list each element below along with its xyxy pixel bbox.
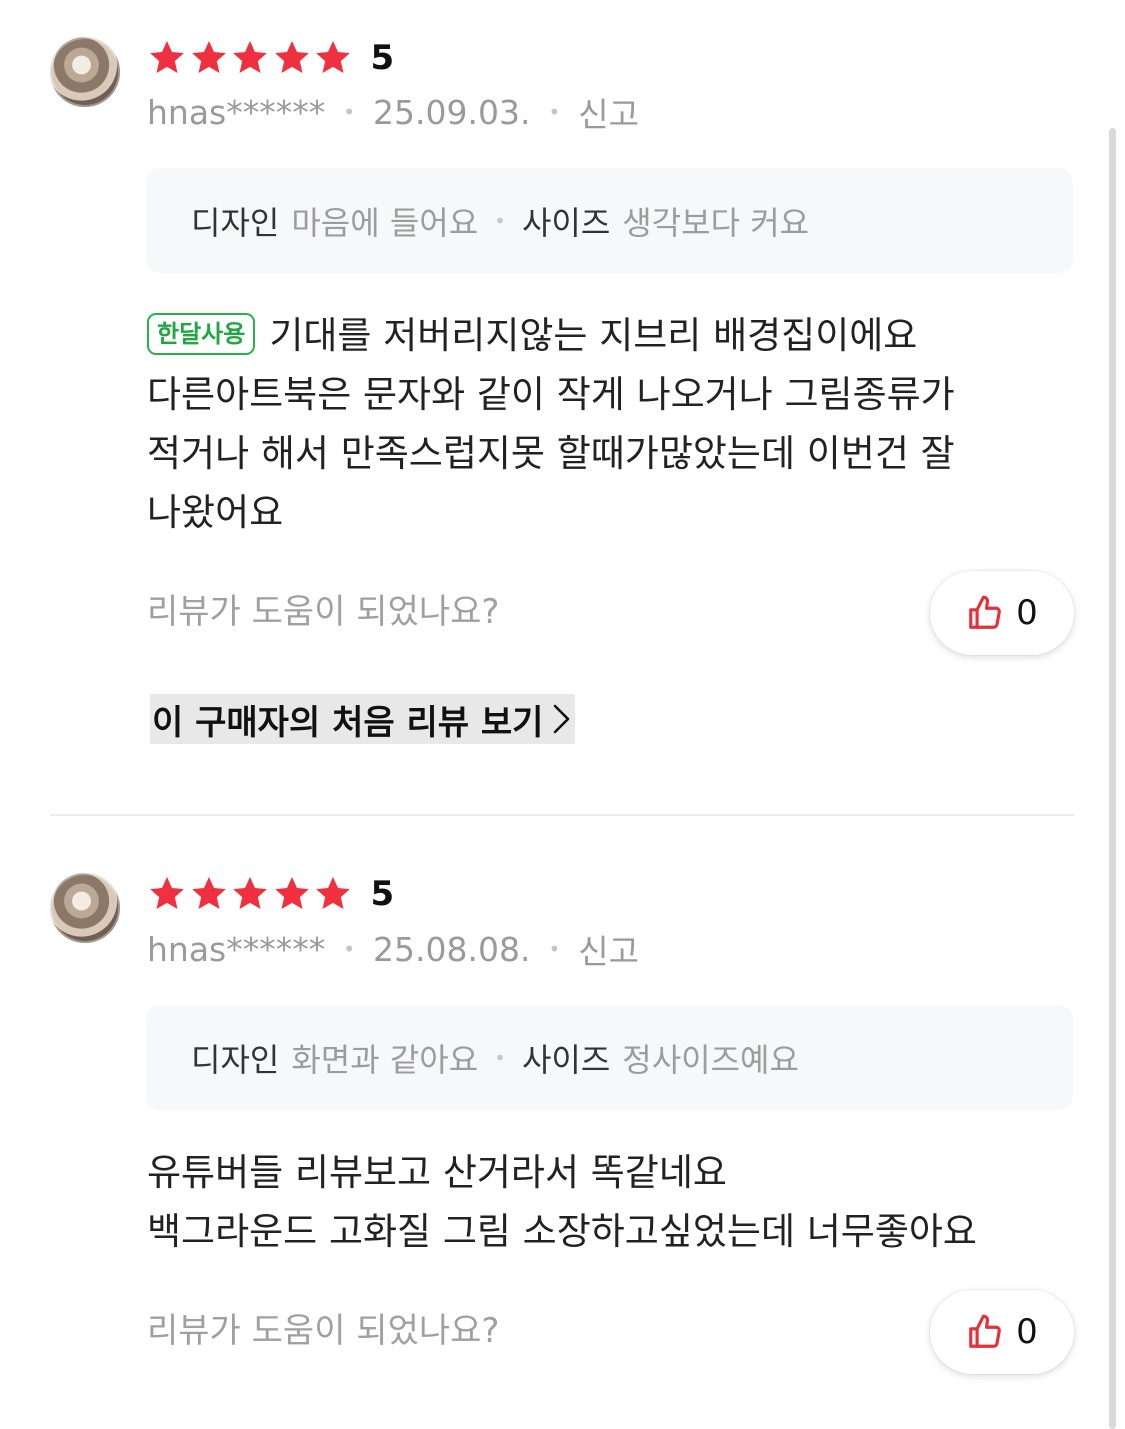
review-body: 한달사용 기대를 저버리지않는 지브리 배경집이에요 다른아트북은 문자와 같이 … [147, 306, 1047, 542]
option-value: 마음에 들어요 [291, 203, 479, 242]
star-icon [191, 877, 226, 909]
first-review-label: 이 구매자의 처음 리뷰 보기 [152, 702, 544, 743]
option-value: 화면과 같아요 [291, 1040, 479, 1079]
meta-separator: • [343, 100, 356, 124]
star-icon [191, 41, 226, 73]
review-line: 한달사용 기대를 저버리지않는 지브리 배경집이에요 [147, 306, 1047, 365]
review-line: 유튜버들 리뷰보고 산거라서 똑같네요 [147, 1151, 727, 1194]
thumbs-up-icon [969, 595, 1002, 629]
rating-score: 5 [370, 874, 395, 914]
star-icon [274, 41, 309, 73]
option-label: 사이즈 [521, 203, 611, 242]
like-count: 0 [1016, 593, 1038, 633]
review-line: 다른아트북은 문자와 같이 작게 나오거나 그림종류가 [147, 373, 955, 416]
review-line-text: 기대를 저버리지않는 지브리 배경집이에요 [269, 314, 918, 357]
report-link[interactable]: 신고 [578, 925, 639, 973]
review-line: 나왔어요 [147, 491, 284, 534]
star-icon [233, 41, 267, 73]
star-icon [316, 41, 350, 73]
rating-score: 5 [370, 38, 395, 78]
review-date: 25.09.03. [373, 92, 531, 132]
reviewer-name: hnas****** [147, 929, 326, 969]
star-rating: 5 [147, 36, 394, 80]
report-link[interactable]: 신고 [578, 88, 639, 136]
review-body: 유튜버들 리뷰보고 산거라서 똑같네요 백그라운드 고화질 그림 소장하고싶었는… [147, 1143, 1047, 1261]
avatar[interactable] [50, 37, 120, 107]
option-value: 생각보다 커요 [622, 203, 810, 242]
option-value: 정사이즈예요 [622, 1040, 799, 1079]
like-count: 0 [1016, 1312, 1038, 1352]
first-review-link[interactable]: 이 구매자의 처음 리뷰 보기 [150, 694, 576, 744]
reviewer-name: hnas****** [147, 92, 326, 132]
option-separator: • [494, 208, 506, 233]
meta-separator: • [548, 937, 561, 961]
review-meta: hnas****** • 25.08.08. • 신고 [147, 925, 639, 973]
meta-separator: • [548, 100, 561, 124]
avatar[interactable] [50, 873, 120, 943]
review-date: 25.08.08. [373, 929, 531, 969]
usage-badge: 한달사용 [147, 313, 256, 355]
review-line: 적거나 해서 만족스럽지못 할때가많았는데 이번건 잘 [147, 432, 955, 475]
like-button[interactable]: 0 [930, 1290, 1074, 1374]
review-options: 디자인 화면과 같아요 • 사이즈 정사이즈예요 [146, 1005, 1073, 1110]
meta-separator: • [343, 937, 356, 961]
option-label: 사이즈 [521, 1040, 611, 1079]
option-separator: • [494, 1045, 506, 1070]
option-label: 디자인 [191, 1040, 280, 1079]
option-label: 디자인 [191, 203, 280, 242]
star-icon [233, 877, 267, 909]
star-icon [150, 41, 184, 73]
star-rating: 5 [147, 872, 394, 916]
helpful-question: 리뷰가 도움이 되었나요? [147, 1311, 500, 1351]
scrollbar[interactable] [1109, 128, 1116, 1429]
like-button[interactable]: 0 [930, 571, 1074, 655]
chevron-right-icon [554, 704, 570, 734]
thumbs-up-icon [969, 1314, 1002, 1348]
review-divider [50, 814, 1074, 816]
review-options: 디자인 마음에 들어요 • 사이즈 생각보다 커요 [146, 168, 1073, 273]
review-meta: hnas****** • 25.09.03. • 신고 [147, 88, 639, 136]
star-icon [274, 877, 309, 909]
helpful-question: 리뷰가 도움이 되었나요? [147, 592, 500, 632]
review-line: 백그라운드 고화질 그림 소장하고싶었는데 너무좋아요 [147, 1210, 977, 1253]
star-icon [316, 877, 350, 909]
star-icon [150, 877, 184, 909]
